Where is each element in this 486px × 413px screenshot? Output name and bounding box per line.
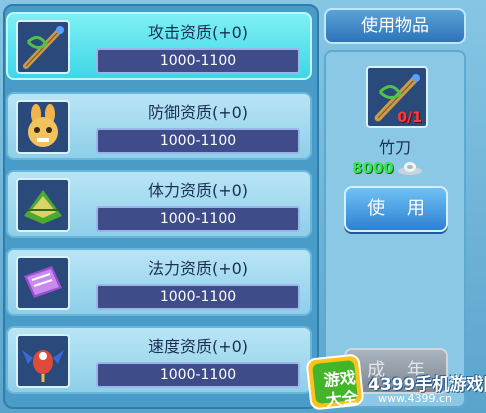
attribute-row-speed[interactable]: 速度资质(+0) 1000-1100 — [6, 326, 312, 394]
item-price: 8000 — [352, 158, 423, 178]
use-button[interactable]: 使 用 — [344, 186, 448, 232]
attribute-label: 攻击资质(+0) — [147, 23, 249, 42]
attribute-value: 1000-1100 — [96, 362, 300, 388]
watermark-badge: 游戏 大全 — [305, 353, 365, 411]
use-item-header: 使用物品 — [324, 8, 466, 44]
attribute-row-stamina[interactable]: 体力资质(+0) 1000-1100 — [6, 170, 312, 238]
watermark-url: www.4399.cn — [378, 392, 452, 405]
attribute-label: 防御资质(+0) — [147, 103, 249, 122]
rabbit-mask-icon — [16, 100, 70, 154]
bamboo-sword-icon[interactable]: 0/1 — [366, 66, 428, 128]
game-screen: 攻击资质(+0) 1000-1100 防御资质(+0) 1000-1100 体力… — [0, 0, 486, 413]
attribute-value: 1000-1100 — [96, 284, 300, 310]
attribute-value: 1000-1100 — [96, 48, 300, 74]
item-name: 竹刀 — [378, 138, 411, 157]
attribute-label: 体力资质(+0) — [147, 181, 249, 200]
silver-ingot-icon — [397, 162, 422, 175]
attribute-label: 速度资质(+0) — [147, 337, 249, 356]
bamboo-sword-icon — [16, 20, 70, 74]
item-count: 0/1 — [397, 110, 422, 126]
rice-dumpling-icon — [16, 178, 70, 232]
bird-charm-icon — [16, 334, 70, 388]
attribute-value: 1000-1100 — [96, 206, 300, 232]
watermark-badge-inner: 游戏 大全 — [312, 359, 359, 410]
watermark: 游戏 大全 4399手机游戏网 www.4399.cn — [305, 353, 486, 413]
attribute-value: 1000-1100 — [96, 128, 300, 154]
watermark-badge-bottom: 大全 — [324, 387, 359, 411]
attribute-row-mana[interactable]: 法力资质(+0) 1000-1100 — [6, 248, 312, 316]
attribute-row-defense[interactable]: 防御资质(+0) 1000-1100 — [6, 92, 312, 160]
attribute-label: 法力资质(+0) — [147, 259, 249, 278]
spell-book-icon — [16, 256, 70, 310]
attribute-row-attack[interactable]: 攻击资质(+0) 1000-1100 — [6, 12, 312, 80]
price-value: 8000 — [352, 159, 394, 177]
